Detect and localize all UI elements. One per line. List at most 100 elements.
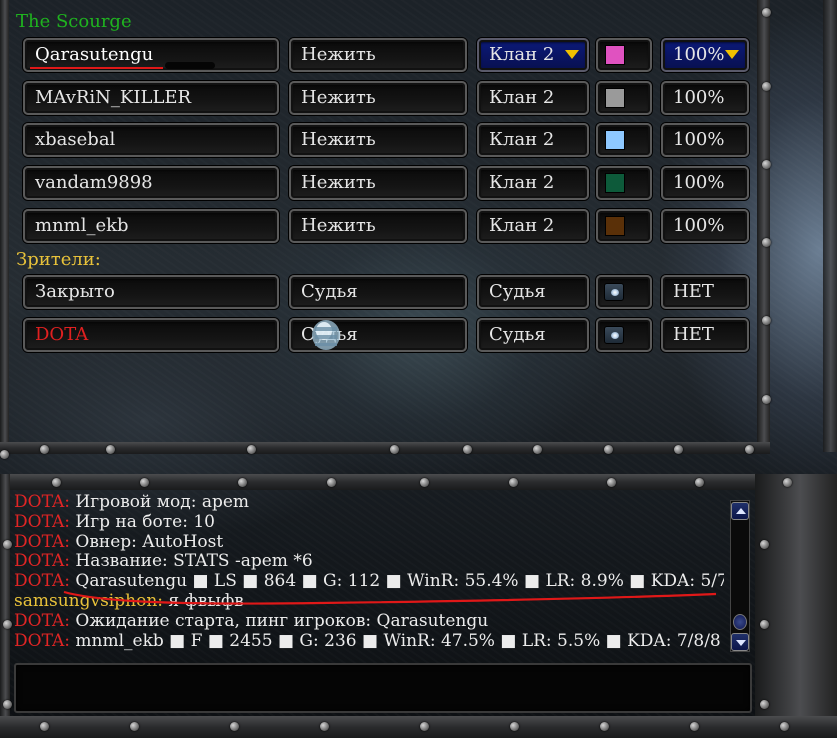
handicap-label: 100% xyxy=(673,215,725,236)
rivet xyxy=(762,8,771,17)
rivet xyxy=(762,395,771,404)
rivet xyxy=(607,478,616,487)
clan-select[interactable]: Клан 2 xyxy=(477,38,589,72)
chat-source: DOTA: xyxy=(14,630,70,651)
spectator-name: DOTA xyxy=(35,324,89,345)
rivet xyxy=(510,722,519,731)
color-swatch xyxy=(605,173,625,193)
name-scribble xyxy=(165,62,215,69)
clan-label: Клан 2 xyxy=(489,172,555,193)
spectator-value[interactable]: НЕТ xyxy=(661,318,749,352)
observer-toggle[interactable] xyxy=(596,318,652,352)
race-select[interactable]: Нежить xyxy=(289,123,467,157)
rivet xyxy=(760,620,769,629)
spectator-name: Закрыто xyxy=(35,281,115,302)
chat-line: DOTA: Название: STATS -apem *6 xyxy=(14,551,724,572)
cursor-icon xyxy=(312,320,340,350)
chat-source: DOTA: xyxy=(14,531,70,552)
rivet xyxy=(762,82,771,91)
chat-text: mnml_ekb ■ F ■ 2455 ■ G: 236 ■ WinR: 47.… xyxy=(69,630,721,651)
value-label: НЕТ xyxy=(673,324,714,345)
spectators-label: Зрители: xyxy=(16,249,101,270)
player-name: Qarasutengu xyxy=(35,44,154,65)
rivet xyxy=(745,445,754,454)
frame-chat-right xyxy=(755,474,837,738)
rivet xyxy=(40,445,49,454)
chat-source: DOTA: xyxy=(14,551,70,572)
chevron-down-icon xyxy=(565,50,579,59)
rivet xyxy=(320,722,329,731)
race-select[interactable]: Нежить xyxy=(289,81,467,115)
spectator-role[interactable]: Судья xyxy=(289,275,467,309)
race-select[interactable]: Нежить xyxy=(289,166,467,200)
rivet xyxy=(52,478,61,487)
color-select[interactable] xyxy=(596,38,652,72)
spectator-name-field[interactable]: DOTA xyxy=(23,318,279,352)
clan-select[interactable]: Клан 2 xyxy=(477,209,589,243)
chat-line: DOTA: Игр на боте: 10 xyxy=(14,511,724,533)
rivet xyxy=(783,478,792,487)
player-name: xbasebal xyxy=(35,129,116,150)
arrow-down-icon[interactable] xyxy=(731,633,749,651)
color-select[interactable] xyxy=(596,81,652,115)
rivet xyxy=(780,722,789,731)
role-label: Судья xyxy=(489,281,546,302)
handicap-select[interactable]: 100% xyxy=(661,166,749,200)
player-name-field: xbasebal xyxy=(23,123,279,157)
arrow-up-icon[interactable] xyxy=(731,502,749,520)
spectator-name-field[interactable]: Закрыто xyxy=(23,275,279,309)
clan-label: Клан 2 xyxy=(489,87,555,108)
scroll-thumb[interactable] xyxy=(733,614,747,630)
handicap-select[interactable]: 100% xyxy=(661,209,749,243)
color-select[interactable] xyxy=(596,209,652,243)
handicap-label: 100% xyxy=(673,172,725,193)
frame-chat-left xyxy=(0,474,10,738)
handicap-select[interactable]: 100% xyxy=(661,81,749,115)
rivet xyxy=(604,445,613,454)
rivet xyxy=(533,445,542,454)
rivet xyxy=(140,478,149,487)
frame-left xyxy=(0,0,9,452)
clan-select[interactable]: Клан 2 xyxy=(477,81,589,115)
rivet xyxy=(390,445,399,454)
player-name-field: mnml_ekb xyxy=(23,209,279,243)
rivet xyxy=(690,722,699,731)
clan-label: Клан 2 xyxy=(489,129,555,150)
frame-right xyxy=(757,0,770,452)
rivet xyxy=(3,700,12,709)
color-select[interactable] xyxy=(596,123,652,157)
rivet xyxy=(327,478,336,487)
chat-input[interactable] xyxy=(14,663,752,713)
rivet xyxy=(247,445,256,454)
rivet xyxy=(3,540,12,549)
color-select[interactable] xyxy=(596,166,652,200)
spectator-role-2[interactable]: Судья xyxy=(477,275,589,309)
chat-line: DOTA: Овнер: AutoHost xyxy=(14,531,724,553)
observer-toggle[interactable] xyxy=(596,275,652,309)
handicap-select[interactable]: 100% xyxy=(661,38,749,72)
color-swatch xyxy=(605,216,625,236)
clan-select[interactable]: Клан 2 xyxy=(477,166,589,200)
eye-icon xyxy=(604,283,624,301)
rivet xyxy=(230,722,239,731)
rivet xyxy=(760,540,769,549)
race-select[interactable]: Нежить xyxy=(289,38,467,72)
chat-text: Игр на боте: 10 xyxy=(69,511,215,532)
race-select[interactable]: Нежить xyxy=(289,209,467,243)
handicap-label: 100% xyxy=(673,87,725,108)
spectator-role-2[interactable]: Судья xyxy=(477,318,589,352)
player-name: mnml_ekb xyxy=(35,215,129,236)
handicap-select[interactable]: 100% xyxy=(661,123,749,157)
chat-source: DOTA: xyxy=(14,511,70,532)
clan-select[interactable]: Клан 2 xyxy=(477,123,589,157)
race-label: Нежить xyxy=(301,215,376,236)
rivet xyxy=(463,445,472,454)
rivet xyxy=(695,478,704,487)
chat-text: Ожидание старта, пинг игроков: Qarasuten… xyxy=(69,610,489,631)
rivet xyxy=(762,160,771,169)
spectator-value[interactable]: НЕТ xyxy=(661,275,749,309)
name-underline xyxy=(30,67,163,69)
race-label: Нежить xyxy=(301,44,376,65)
rivet xyxy=(762,238,771,247)
rivet xyxy=(106,445,115,454)
